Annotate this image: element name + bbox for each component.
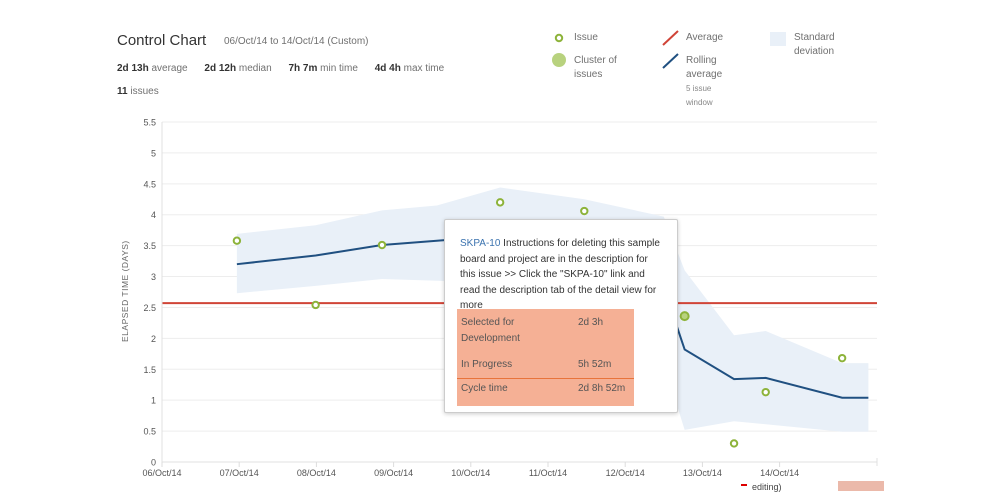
- y-tick-label: 4: [151, 210, 156, 220]
- x-tick-label: 10/Oct/14: [451, 468, 490, 478]
- y-tick-label: 1.5: [143, 365, 156, 375]
- issue-point: [311, 300, 320, 310]
- x-tick-label: 08/Oct/14: [297, 468, 336, 478]
- y-tick-label: 0: [151, 458, 156, 468]
- issue-point: [377, 240, 387, 250]
- issue-point: [761, 387, 770, 397]
- footer-fragment: editing): [752, 482, 782, 492]
- y-tick-label: 2.5: [143, 303, 156, 313]
- issue-point: [580, 206, 589, 216]
- tooltip-time-table: Selected for Development 2d 3h In Progres…: [457, 309, 634, 406]
- y-axis-label: ELAPSED TIME (DAYS): [120, 240, 130, 342]
- x-tick-label: 07/Oct/14: [220, 468, 259, 478]
- footer-shade: [838, 481, 884, 491]
- x-tick-label: 11/Oct/14: [529, 468, 567, 478]
- x-tick-label: 14/Oct/14: [760, 468, 799, 478]
- issue-cluster-point: [679, 311, 690, 322]
- y-tick-label: 5.5: [143, 118, 156, 128]
- x-tick-label: 06/Oct/14: [142, 468, 181, 478]
- issue-point: [837, 353, 847, 363]
- y-tick-label: 2: [151, 334, 156, 344]
- y-tick-label: 4.5: [143, 179, 156, 189]
- issue-tooltip: SKPA-10 Instructions for deleting this s…: [444, 219, 678, 413]
- tt-divider: [457, 378, 634, 379]
- issue-point: [232, 236, 242, 245]
- issue-key-link[interactable]: SKPA-10: [460, 238, 500, 249]
- x-tick-label: 12/Oct/14: [606, 468, 645, 478]
- y-tick-label: 5: [151, 148, 156, 158]
- x-tick-label: 09/Oct/14: [374, 468, 413, 478]
- footer-marker: [741, 484, 747, 486]
- y-tick-label: 3: [151, 272, 156, 282]
- tooltip-summary: SKPA-10 Instructions for deleting this s…: [460, 238, 660, 311]
- y-tick-label: 1: [151, 396, 156, 406]
- y-tick-label: 0.5: [143, 427, 156, 437]
- issue-point: [495, 198, 505, 207]
- issue-point: [729, 439, 739, 448]
- x-tick-label: 13/Oct/14: [683, 468, 722, 478]
- y-tick-label: 3.5: [143, 241, 156, 251]
